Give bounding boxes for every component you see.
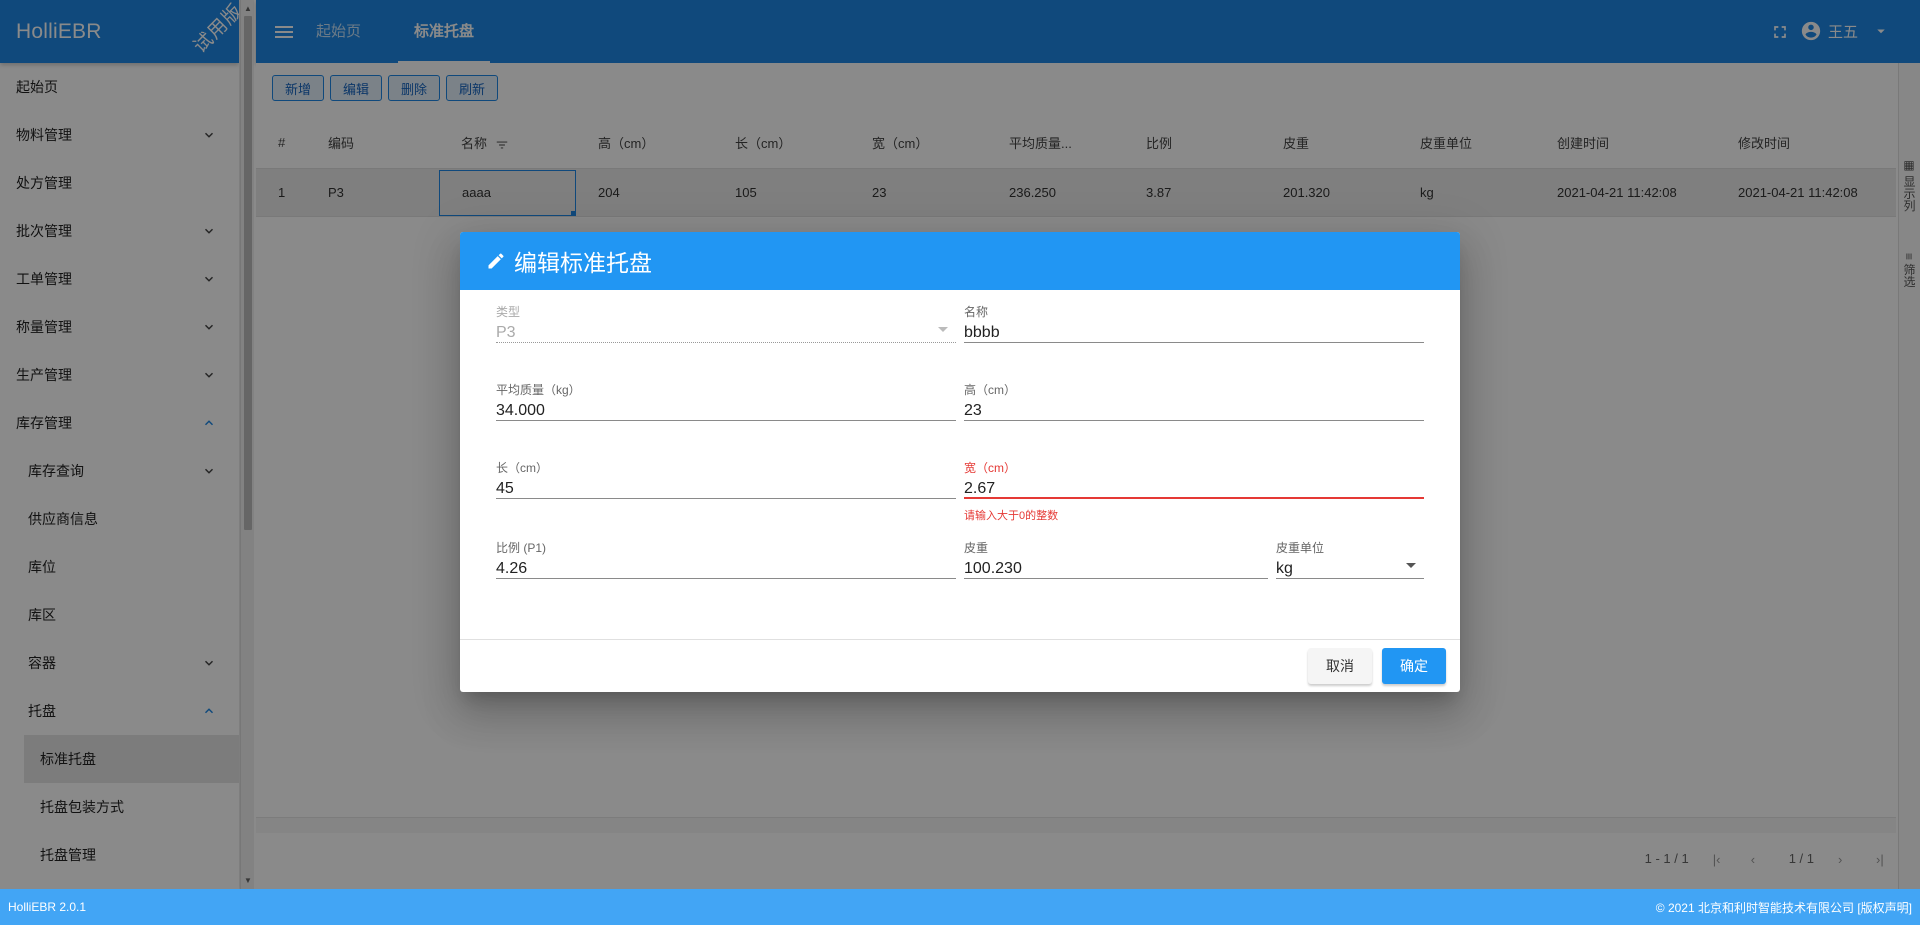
tare-unit-select[interactable]: 皮重单位 kg xyxy=(1276,541,1424,579)
name-label: 名称 xyxy=(964,305,989,319)
height-input[interactable]: 23 xyxy=(964,397,1424,421)
type-value: P3 xyxy=(496,319,956,343)
tare-field[interactable]: 皮重 100.230 xyxy=(964,541,1268,579)
dropdown-arrow-icon xyxy=(938,327,948,332)
ratio-label: 比例 (P1) xyxy=(496,541,547,555)
width-error-message: 请输入大于0的整数 xyxy=(964,510,1059,522)
width-input[interactable]: 2.67 xyxy=(964,475,1424,499)
footer-version: HolliEBR 2.0.1 xyxy=(8,900,87,914)
dialog-divider xyxy=(460,639,1460,640)
length-input[interactable]: 45 xyxy=(496,475,956,499)
tare-unit-value[interactable]: kg xyxy=(1276,555,1424,579)
dialog-title: 编辑标准托盘 xyxy=(514,250,652,276)
avg-mass-field[interactable]: 平均质量（kg） 34.000 xyxy=(496,383,956,421)
dropdown-arrow-icon[interactable] xyxy=(1406,563,1416,568)
type-select: 类型 P3 xyxy=(496,305,956,343)
width-field[interactable]: 宽（cm） 2.67 请输入大于0的整数 xyxy=(964,461,1424,523)
avg-mass-input[interactable]: 34.000 xyxy=(496,397,956,421)
name-input[interactable]: bbbb xyxy=(964,319,1424,343)
footer-copyright[interactable]: © 2021 北京和利时智能技术有限公司 [版权声明] xyxy=(1656,899,1912,916)
confirm-button[interactable]: 确定 xyxy=(1382,648,1446,684)
edit-pallet-dialog: 编辑标准托盘 类型 P3 名称 bbbb 平均质量（kg） 34.000 高（c… xyxy=(460,232,1460,692)
ratio-input[interactable]: 4.26 xyxy=(496,555,956,579)
ratio-field[interactable]: 比例 (P1) 4.26 xyxy=(496,541,956,579)
dialog-header: 编辑标准托盘 xyxy=(460,232,1460,290)
height-label: 高（cm） xyxy=(964,383,1016,397)
cancel-button[interactable]: 取消 xyxy=(1308,648,1372,684)
footer: HolliEBR 2.0.1 © 2021 北京和利时智能技术有限公司 [版权声… xyxy=(0,889,1920,925)
name-field[interactable]: 名称 bbbb xyxy=(964,305,1424,343)
tare-label: 皮重 xyxy=(964,541,989,555)
pencil-icon xyxy=(488,253,504,269)
type-label: 类型 xyxy=(496,305,521,319)
avg-mass-label: 平均质量（kg） xyxy=(496,383,581,397)
width-label: 宽（cm） xyxy=(964,461,1016,475)
dialog-actions: 取消 确定 xyxy=(1308,648,1446,684)
length-label: 长（cm） xyxy=(496,461,548,475)
tare-unit-label: 皮重单位 xyxy=(1276,541,1325,555)
height-field[interactable]: 高（cm） 23 xyxy=(964,383,1424,421)
length-field[interactable]: 长（cm） 45 xyxy=(496,461,956,499)
tare-input[interactable]: 100.230 xyxy=(964,555,1268,579)
